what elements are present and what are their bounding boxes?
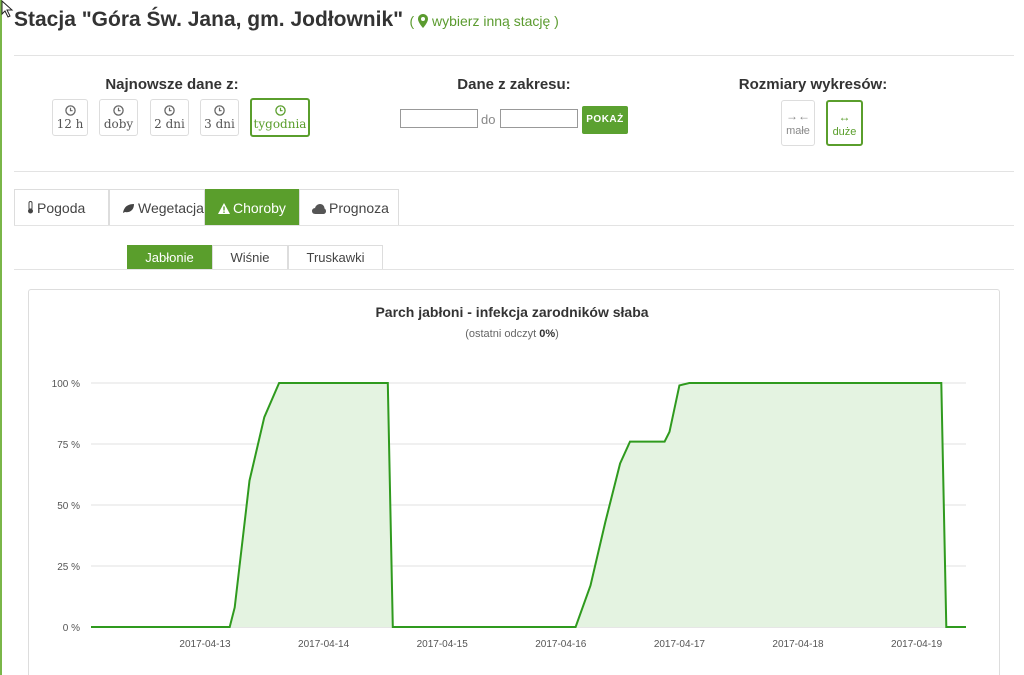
x-tick-label: 2017-04-15 [417,639,469,650]
y-tick-label: 50 % [57,501,80,512]
y-tick-label: 75 % [57,440,80,451]
y-tick-label: 100 % [52,379,80,390]
x-tick-label: 2017-04-16 [535,639,587,650]
x-tick-label: 2017-04-14 [298,639,350,650]
y-tick-label: 25 % [57,562,80,573]
x-tick-label: 2017-04-19 [891,639,943,650]
x-tick-label: 2017-04-17 [654,639,706,650]
x-tick-label: 2017-04-18 [772,639,824,650]
x-tick-label: 2017-04-13 [179,639,231,650]
chart-plot: 0 % 25 % 50 % 75 % 100 % 2017-04-13 2017-04-14… [52,379,966,650]
y-tick-label: 0 % [63,623,80,634]
